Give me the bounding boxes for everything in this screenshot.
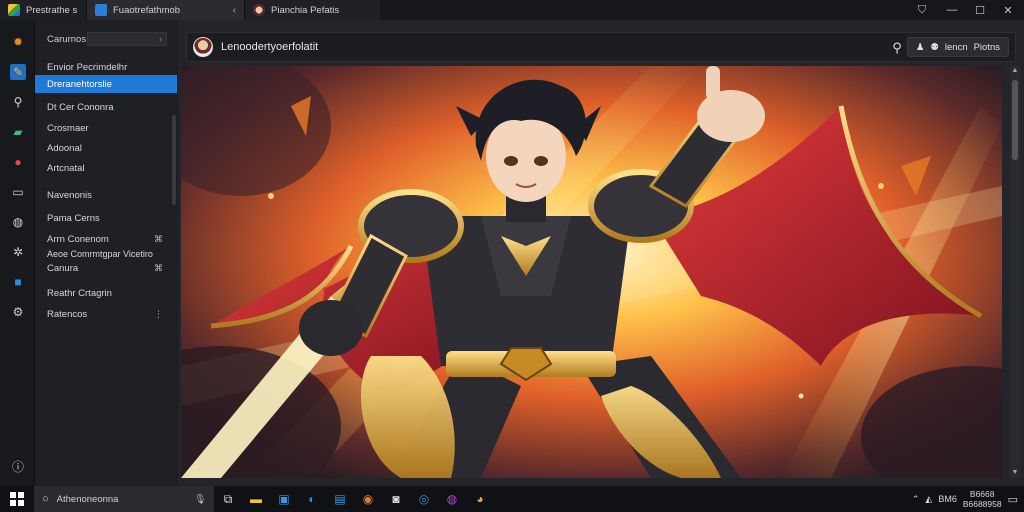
nav-item-12[interactable]: Reathr Crtagrin bbox=[35, 284, 177, 302]
app-purple-icon[interactable]: ◍ bbox=[441, 488, 463, 510]
nav-item-label: Canura bbox=[47, 262, 79, 274]
nav-item-4[interactable]: Crosmaer bbox=[35, 119, 177, 137]
tab-label: Prestrathe s bbox=[26, 4, 78, 16]
character-artwork bbox=[181, 66, 1002, 478]
nav-item-label: Envior Pecrimdelhr bbox=[47, 61, 128, 73]
character-avatar-icon bbox=[253, 4, 265, 16]
nav-item-3[interactable]: Dt Cer Cononra bbox=[35, 98, 177, 116]
people-icon[interactable]: ⚉ bbox=[930, 42, 939, 53]
clock[interactable]: B6668 B6688958 bbox=[963, 489, 1002, 509]
main-header: Lenoodertyoerfolatit ⚲ ♟ ⚉ lencn Piotns bbox=[186, 32, 1016, 62]
nav-item-label: Pama Cerns bbox=[47, 212, 100, 224]
taskbar-search-input[interactable]: ○ Athenoneonna 🎙 bbox=[34, 486, 214, 512]
nav-search-input[interactable]: › bbox=[87, 32, 167, 46]
taskbar: ○ Athenoneonna 🎙 ⧉ ▬ ▣ ◐ ▤ ◉ ◙ ◎ ◍ ◕ ⌃ ◭… bbox=[0, 486, 1024, 512]
main-window: Lenoodertyoerfolatit ⚲ ♟ ⚉ lencn Piotns bbox=[178, 20, 1024, 486]
more-icon: ⋮ bbox=[154, 308, 163, 319]
header-actions[interactable]: ♟ ⚉ lencn Piotns bbox=[906, 37, 1009, 57]
app-logo-icon bbox=[8, 4, 20, 16]
windows-logo-icon bbox=[10, 492, 24, 506]
nav-item-1[interactable]: Envior Pecrimdelhr bbox=[35, 58, 177, 76]
nav-scrollbar[interactable] bbox=[172, 115, 176, 205]
search-circle-icon: ○ bbox=[42, 493, 49, 505]
nav-item-label: Artcnatal bbox=[47, 162, 85, 174]
nav-item-2-selected[interactable]: Dreranehtorslie bbox=[35, 75, 177, 93]
nav-item-label: Adoonal bbox=[47, 142, 82, 154]
tray-label[interactable]: BM6 bbox=[938, 494, 957, 504]
start-button[interactable] bbox=[0, 486, 34, 512]
nav-item-label: Dreranehtorslie bbox=[47, 78, 112, 90]
tab-label: Fuaotrefathmob bbox=[113, 4, 181, 16]
app-blue-icon[interactable]: ◎ bbox=[413, 488, 435, 510]
media-player-icon[interactable]: ◉ bbox=[357, 488, 379, 510]
tab-1[interactable]: Prestrathe s bbox=[0, 0, 86, 20]
chevron-right-icon: › bbox=[159, 34, 162, 44]
nav-item-label: Reathr Crtagrin bbox=[47, 287, 112, 299]
brush-icon[interactable]: ● bbox=[10, 154, 26, 170]
task-view-icon[interactable]: ⧉ bbox=[217, 488, 239, 510]
scroll-thumb[interactable] bbox=[1012, 80, 1018, 160]
chevron-up-icon[interactable]: ⌃ bbox=[912, 494, 920, 505]
character-avatar[interactable] bbox=[193, 37, 213, 57]
file-explorer-icon[interactable]: ▬ bbox=[245, 488, 267, 510]
nav-item-11[interactable]: Canura ⌘ bbox=[35, 259, 177, 277]
chrome-icon[interactable]: ◕ bbox=[469, 488, 491, 510]
icon-rail: ✹ ✎ ⚲ ▰ ● ▭ ◍ ✲ ■ ⚙ ⓘ bbox=[0, 20, 35, 486]
nav-item-7[interactable]: Navenonis bbox=[35, 186, 177, 204]
network-icon[interactable]: ◭ bbox=[925, 494, 932, 505]
photos-icon[interactable]: ▤ bbox=[329, 488, 351, 510]
maximize-button[interactable]: ☐ bbox=[966, 0, 994, 20]
header-action-label[interactable]: lencn bbox=[945, 42, 968, 53]
microphone-icon[interactable]: 🎙 bbox=[194, 494, 206, 505]
shield-icon[interactable]: ⛉ bbox=[908, 0, 936, 20]
tab-3[interactable]: Pianchia Pefatis bbox=[244, 0, 380, 20]
nav-item-label: Aeoe Comrmtgpar Vicetiro bbox=[47, 249, 153, 259]
tab-scroll-left-icon[interactable]: ‹ bbox=[233, 5, 236, 16]
system-tray: ⌃ ◭ BM6 B6668 B6688958 ▭ bbox=[912, 486, 1024, 512]
clock-date: B6688958 bbox=[962, 499, 1002, 509]
nav-item-label: Arrn Conenom bbox=[47, 233, 109, 245]
nav-item-5[interactable]: Adoonal bbox=[35, 139, 177, 157]
clock-time: B6668 bbox=[969, 489, 995, 499]
edit-icon[interactable]: ✎ bbox=[10, 64, 26, 80]
document-icon bbox=[95, 4, 107, 16]
paint-icon[interactable]: ▰ bbox=[10, 124, 26, 140]
taskbar-search-placeholder: Athenoneonna bbox=[56, 493, 119, 505]
nav-item-label: Dt Cer Cononra bbox=[47, 101, 114, 113]
tab-label: Pianchia Pefatis bbox=[271, 4, 340, 16]
nav-item-label: Ratencos bbox=[47, 308, 88, 320]
nav-item-6[interactable]: Artcnatal bbox=[35, 159, 177, 177]
title-bar: Prestrathe s Fuaotrefathmob ‹ Pianchia P… bbox=[0, 0, 1024, 20]
search-icon[interactable]: ⚲ bbox=[10, 94, 26, 110]
nav-item-label: Navenonis bbox=[47, 189, 92, 201]
nav-item-label: Crosmaer bbox=[47, 122, 89, 134]
shortcut-icon: ⌘ bbox=[154, 262, 163, 273]
gear-icon[interactable]: ⚙ bbox=[10, 304, 26, 320]
edge-icon[interactable]: ◐ bbox=[301, 488, 323, 510]
nav-item-8[interactable]: Pama Cerns bbox=[35, 209, 177, 227]
store-icon[interactable]: ▣ bbox=[273, 488, 295, 510]
nav-search-label: Carurnos bbox=[47, 33, 87, 45]
search-icon[interactable]: ⚲ bbox=[889, 40, 905, 56]
monitor-icon[interactable]: ▭ bbox=[10, 184, 26, 200]
camera-icon[interactable]: ◙ bbox=[385, 488, 407, 510]
nav-search[interactable]: Carurnos › bbox=[47, 32, 171, 46]
store-icon[interactable]: ■ bbox=[10, 274, 26, 290]
scroll-down-icon[interactable]: ▼ bbox=[1010, 468, 1020, 478]
puzzle-icon[interactable]: ✹ bbox=[10, 34, 26, 50]
navigation-panel: Carurnos › Envior Pecrimdelhr Dreranehto… bbox=[35, 20, 177, 486]
shortcut-icon: ⌘ bbox=[154, 233, 163, 244]
notification-icon[interactable]: ▭ bbox=[1008, 493, 1018, 506]
tab-2-active[interactable]: Fuaotrefathmob ‹ bbox=[86, 0, 244, 20]
scroll-up-icon[interactable]: ▲ bbox=[1010, 66, 1020, 76]
close-button[interactable]: ✕ bbox=[994, 0, 1022, 20]
minimize-button[interactable]: — bbox=[938, 0, 966, 20]
globe-icon[interactable]: ◍ bbox=[10, 214, 26, 230]
page-title: Lenoodertyoerfolatit bbox=[221, 41, 319, 53]
nav-item-13[interactable]: Ratencos ⋮ bbox=[35, 305, 177, 323]
figure-icon[interactable]: ♟ bbox=[916, 42, 925, 53]
settings-cog-icon[interactable]: ✲ bbox=[10, 244, 26, 260]
header-action-options[interactable]: Piotns bbox=[974, 42, 1000, 53]
info-icon[interactable]: ⓘ bbox=[10, 458, 26, 474]
